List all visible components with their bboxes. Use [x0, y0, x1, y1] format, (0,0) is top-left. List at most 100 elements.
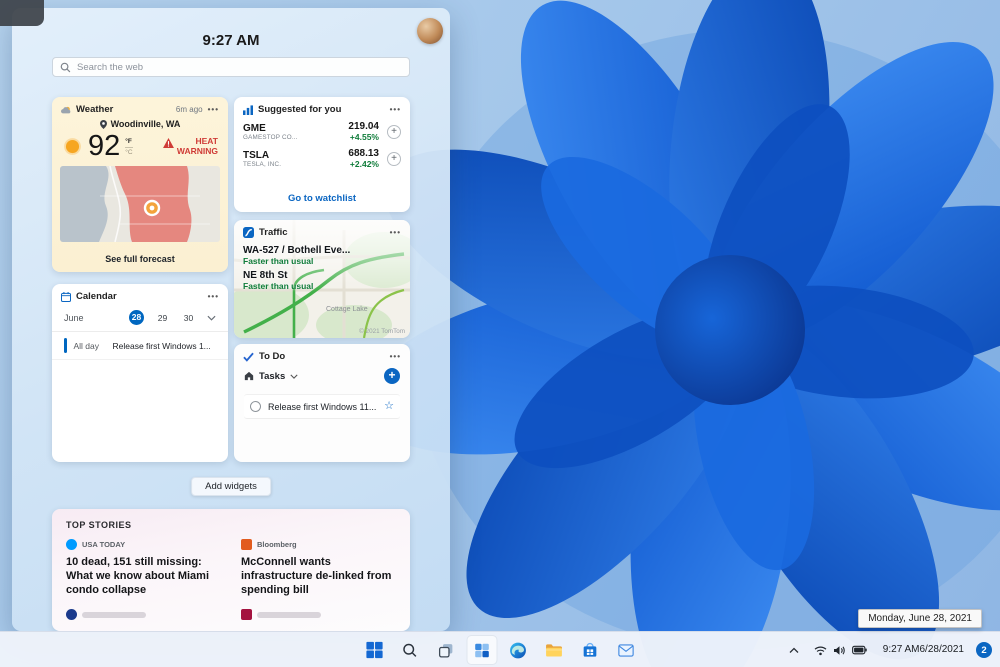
add-to-watchlist-button[interactable]: + — [387, 151, 401, 166]
story-source: USA TODAY — [82, 540, 126, 549]
task-checkbox[interactable] — [250, 401, 261, 412]
weather-alert-map[interactable] — [60, 166, 220, 242]
add-widgets-button[interactable]: Add widgets — [191, 477, 271, 496]
taskbar-center-icons — [359, 632, 642, 667]
weather-footer-link[interactable]: See full forecast — [52, 249, 228, 272]
stock-company: GAMESTOP CO... — [243, 133, 298, 141]
user-avatar[interactable] — [417, 18, 443, 44]
event-title: Release first Windows 1... — [112, 340, 211, 351]
calendar-day-30[interactable]: 30 — [181, 313, 196, 323]
go-to-watchlist-link[interactable]: Go to watchlist — [234, 188, 410, 212]
stock-company: TESLA, INC. — [243, 160, 282, 168]
stock-price: 219.04 — [348, 121, 379, 132]
news-story[interactable]: USA TODAY 10 dead, 151 still missing: Wh… — [66, 539, 221, 597]
weather-location: Woodinville, WA — [110, 119, 181, 129]
chevron-down-icon[interactable] — [207, 315, 216, 321]
more-options-icon[interactable]: ••• — [208, 105, 219, 113]
map-copyright: © 2021 TomTom — [359, 328, 405, 335]
stock-change: +4.55% — [349, 132, 379, 142]
calendar-event[interactable]: All day Release first Windows 1... — [52, 332, 228, 360]
file-explorer-icon — [546, 643, 562, 657]
traffic-route-2: NE 8th St — [243, 270, 288, 281]
map-town-label: Cottage Lake — [326, 306, 368, 313]
stocks-title: Suggested for you — [258, 104, 342, 115]
notification-count-badge[interactable]: 2 — [976, 642, 992, 658]
clipped-story-logo-icon — [66, 609, 77, 621]
todo-widget-icon — [243, 352, 254, 362]
stock-row-tsla[interactable]: TSLA TESLA, INC. 688.13 +2.42% + — [234, 145, 410, 172]
web-search-bar[interactable] — [52, 57, 410, 77]
traffic-status-2: Faster than usual — [243, 281, 314, 291]
widgets-icon — [475, 643, 489, 657]
more-options-icon[interactable]: ••• — [390, 352, 401, 360]
microsoft-store-button[interactable] — [575, 635, 606, 665]
chevron-down-icon[interactable] — [290, 374, 298, 379]
weather-title: Weather — [76, 104, 114, 115]
mail-button[interactable] — [611, 635, 642, 665]
search-icon — [60, 62, 71, 72]
clipped-story-row — [66, 609, 396, 621]
taskbar: 9:27 AM 6/28/2021 2 — [0, 631, 1000, 667]
stocks-widget[interactable]: Suggested for you ••• GME GAMESTOP CO...… — [234, 97, 410, 212]
event-time: All day — [73, 340, 100, 351]
event-color-bar — [64, 338, 67, 353]
todo-list-selector[interactable]: Tasks — [259, 371, 285, 382]
show-hidden-icons-button[interactable] — [784, 643, 804, 658]
stock-price: 688.13 — [348, 148, 379, 159]
more-options-icon[interactable]: ••• — [390, 105, 401, 113]
temperature-value: 92 — [88, 130, 121, 162]
network-volume-battery-button[interactable] — [807, 640, 874, 661]
battery-icon — [851, 645, 867, 655]
sun-icon — [64, 138, 81, 155]
stock-row-gme[interactable]: GME GAMESTOP CO... 219.04 +4.55% + — [234, 118, 410, 145]
star-icon[interactable]: ☆ — [384, 401, 394, 412]
calendar-day-28[interactable]: 28 — [129, 310, 144, 325]
calendar-widget[interactable]: Calendar ••• June 28 29 30 All day Relea… — [52, 284, 228, 462]
todo-widget[interactable]: To Do ••• Tasks + Release first Windows … — [234, 344, 410, 462]
top-stories-card[interactable]: TOP STORIES USA TODAY 10 dead, 151 still… — [52, 509, 410, 631]
start-button[interactable] — [359, 635, 390, 665]
store-icon — [583, 642, 597, 657]
calendar-day-29[interactable]: 29 — [155, 313, 170, 323]
story-headline: McConnell wants infrastructure de-linked… — [241, 556, 392, 597]
more-options-icon[interactable]: ••• — [208, 292, 219, 300]
heat-warning-line1: HEAT — [195, 135, 218, 146]
add-task-button[interactable]: + — [384, 368, 400, 384]
unit-fahrenheit[interactable]: °F — [125, 138, 133, 148]
tray-date: 6/28/2021 — [919, 643, 965, 655]
add-to-watchlist-button[interactable]: + — [387, 124, 401, 139]
clock-and-date[interactable]: 9:27 AM 6/28/2021 — [877, 642, 970, 659]
stock-change: +2.42% — [349, 159, 379, 169]
search-icon — [403, 643, 417, 657]
warning-triangle-icon — [162, 137, 174, 148]
file-explorer-button[interactable] — [539, 635, 570, 665]
calendar-widget-icon — [61, 291, 71, 302]
tray-time: 9:27 AM — [882, 643, 920, 655]
traffic-title: Traffic — [259, 227, 288, 238]
home-icon — [244, 371, 254, 381]
widgets-button[interactable] — [466, 635, 498, 665]
news-story[interactable]: Bloomberg McConnell wants infrastructure… — [241, 539, 396, 597]
heat-warning-line2: WARNING — [176, 145, 218, 156]
unit-celsius[interactable]: °C — [125, 148, 132, 157]
background-window-corner — [0, 0, 44, 26]
stock-symbol: GME — [243, 122, 266, 134]
weather-updated: 6m ago — [175, 105, 203, 114]
task-title: Release first Windows 11... — [268, 401, 377, 412]
task-view-icon — [438, 643, 453, 658]
wifi-icon — [814, 646, 827, 655]
todo-task-item[interactable]: Release first Windows 11... ☆ — [244, 394, 400, 419]
story-headline: 10 dead, 151 still missing: What we know… — [66, 556, 210, 597]
unit-toggle[interactable]: °F °C — [125, 138, 133, 157]
system-tray: 9:27 AM 6/28/2021 2 — [784, 632, 996, 667]
search-input[interactable] — [77, 61, 402, 73]
weather-widget[interactable]: Weather 6m ago ••• Woodinville, WA 92 °F… — [52, 97, 228, 272]
more-options-icon[interactable]: ••• — [390, 228, 401, 236]
taskbar-search-button[interactable] — [395, 635, 426, 665]
chevron-up-icon — [789, 647, 799, 653]
task-view-button[interactable] — [431, 635, 462, 665]
edge-button[interactable] — [503, 635, 534, 665]
desktop: 9:27 AM Weather 6m ago ••• Woodinville, … — [0, 0, 1000, 667]
traffic-widget[interactable]: Traffic ••• WA-527 / Bothell Eve... Fast… — [234, 220, 410, 338]
traffic-status-1: Faster than usual — [243, 256, 314, 266]
